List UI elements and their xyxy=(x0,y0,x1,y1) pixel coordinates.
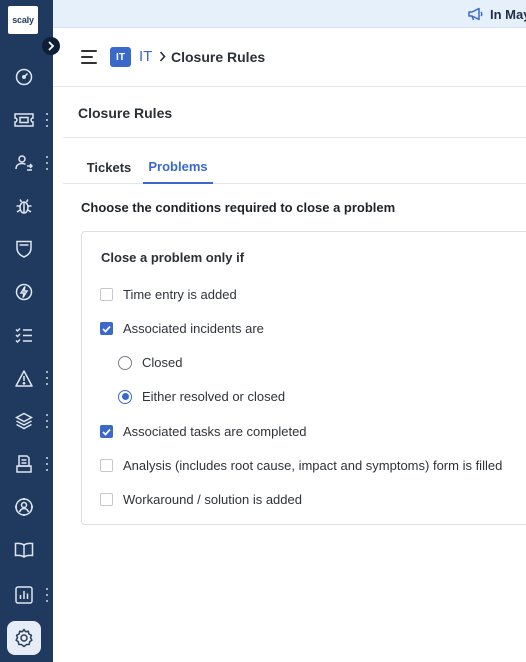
checkmark-icon xyxy=(102,325,111,333)
contracts-menu-icon[interactable] xyxy=(44,457,50,471)
breadcrumb-current-page: Closure Rules xyxy=(171,49,266,65)
chevron-right-icon xyxy=(48,41,55,51)
option-associated-incidents[interactable]: Associated incidents are xyxy=(100,321,264,336)
checkbox[interactable] xyxy=(100,322,113,335)
card-title: Close a problem only if xyxy=(101,250,245,265)
bug-icon xyxy=(14,196,34,216)
shield-icon xyxy=(14,239,34,259)
sidebar: scaly xyxy=(0,0,53,662)
tickets-menu-icon[interactable] xyxy=(44,113,50,127)
option-label: Workaround / solution is added xyxy=(123,492,302,507)
option-label: Associated tasks are completed xyxy=(123,424,307,439)
sidebar-item-contracts[interactable] xyxy=(0,444,53,484)
sidebar-item-changes[interactable] xyxy=(0,229,53,269)
option-associated-tasks[interactable]: Associated tasks are completed xyxy=(100,424,307,439)
reports-menu-icon[interactable] xyxy=(44,588,50,602)
incidents-menu-icon[interactable] xyxy=(44,371,50,385)
option-label: Associated incidents are xyxy=(123,321,264,336)
menu-icon[interactable] xyxy=(81,50,97,64)
sidebar-item-assets[interactable] xyxy=(0,401,53,441)
sidebar-toggle-button[interactable] xyxy=(42,37,60,55)
page-title: Closure Rules xyxy=(78,105,173,121)
user-switch-icon xyxy=(14,153,34,173)
lightning-icon xyxy=(14,282,34,302)
checkbox[interactable] xyxy=(100,288,113,301)
tab-problems[interactable]: Problems xyxy=(143,150,213,184)
announcement-text: In May xyxy=(490,6,526,22)
announcement[interactable]: In May xyxy=(468,0,526,28)
dashboard-icon xyxy=(14,67,34,87)
sidebar-item-support[interactable] xyxy=(0,487,53,527)
page-header: IT IT Closure Rules xyxy=(53,28,526,87)
settings-icon xyxy=(7,621,41,655)
breadcrumb-workspace[interactable]: IT xyxy=(139,48,152,65)
checkmark-icon xyxy=(102,428,111,436)
sidebar-item-reports[interactable] xyxy=(0,575,53,615)
warning-icon xyxy=(14,368,34,388)
tab-tickets[interactable]: Tickets xyxy=(81,150,137,184)
printer-icon xyxy=(14,454,34,474)
checkbox[interactable] xyxy=(100,425,113,438)
option-label: Time entry is added xyxy=(123,287,237,302)
radio-button[interactable] xyxy=(118,389,132,404)
radio-label: Closed xyxy=(142,355,183,370)
sidebar-item-dashboard[interactable] xyxy=(0,57,53,97)
checklist-icon xyxy=(14,325,34,345)
sidebar-item-knowledge[interactable] xyxy=(0,530,53,570)
sidebar-item-problems[interactable] xyxy=(0,186,53,226)
sidebar-item-incidents[interactable] xyxy=(0,358,53,398)
requests-menu-icon[interactable] xyxy=(44,156,50,170)
sidebar-item-settings[interactable] xyxy=(0,618,53,658)
radio-button[interactable] xyxy=(118,355,132,370)
option-analysis-form[interactable]: Analysis (includes root cause, impact an… xyxy=(100,458,502,473)
sidebar-item-tasks[interactable] xyxy=(0,315,53,355)
sidebar-item-tickets[interactable] xyxy=(0,100,53,140)
announcement-bar: In May xyxy=(53,0,526,28)
support-icon xyxy=(14,497,34,517)
option-label: Analysis (includes root cause, impact an… xyxy=(123,458,503,473)
sidebar-item-requests[interactable] xyxy=(0,143,53,183)
scaly-logo[interactable]: scaly xyxy=(8,6,38,34)
divider xyxy=(63,137,526,138)
ticket-icon xyxy=(14,110,34,130)
option-workaround[interactable]: Workaround / solution is added xyxy=(100,492,302,507)
book-icon xyxy=(14,540,34,560)
sidebar-item-releases[interactable] xyxy=(0,272,53,312)
assets-menu-icon[interactable] xyxy=(44,414,50,428)
chevron-right-icon xyxy=(157,49,167,63)
option-time-entry[interactable]: Time entry is added xyxy=(100,287,237,302)
tab-bar: Tickets Problems xyxy=(63,150,526,184)
section-heading: Choose the conditions required to close … xyxy=(81,200,396,215)
radio-label: Either resolved or closed xyxy=(142,389,286,404)
checkbox[interactable] xyxy=(100,459,113,472)
radio-resolved-or-closed[interactable]: Either resolved or closed xyxy=(118,389,285,404)
layers-icon xyxy=(14,411,34,431)
report-icon xyxy=(14,585,34,605)
closure-conditions-card: Close a problem only if Time entry is ad… xyxy=(81,231,526,525)
checkbox[interactable] xyxy=(100,493,113,506)
radio-closed[interactable]: Closed xyxy=(118,355,182,370)
megaphone-icon xyxy=(468,7,483,21)
workspace-badge: IT xyxy=(110,47,131,67)
